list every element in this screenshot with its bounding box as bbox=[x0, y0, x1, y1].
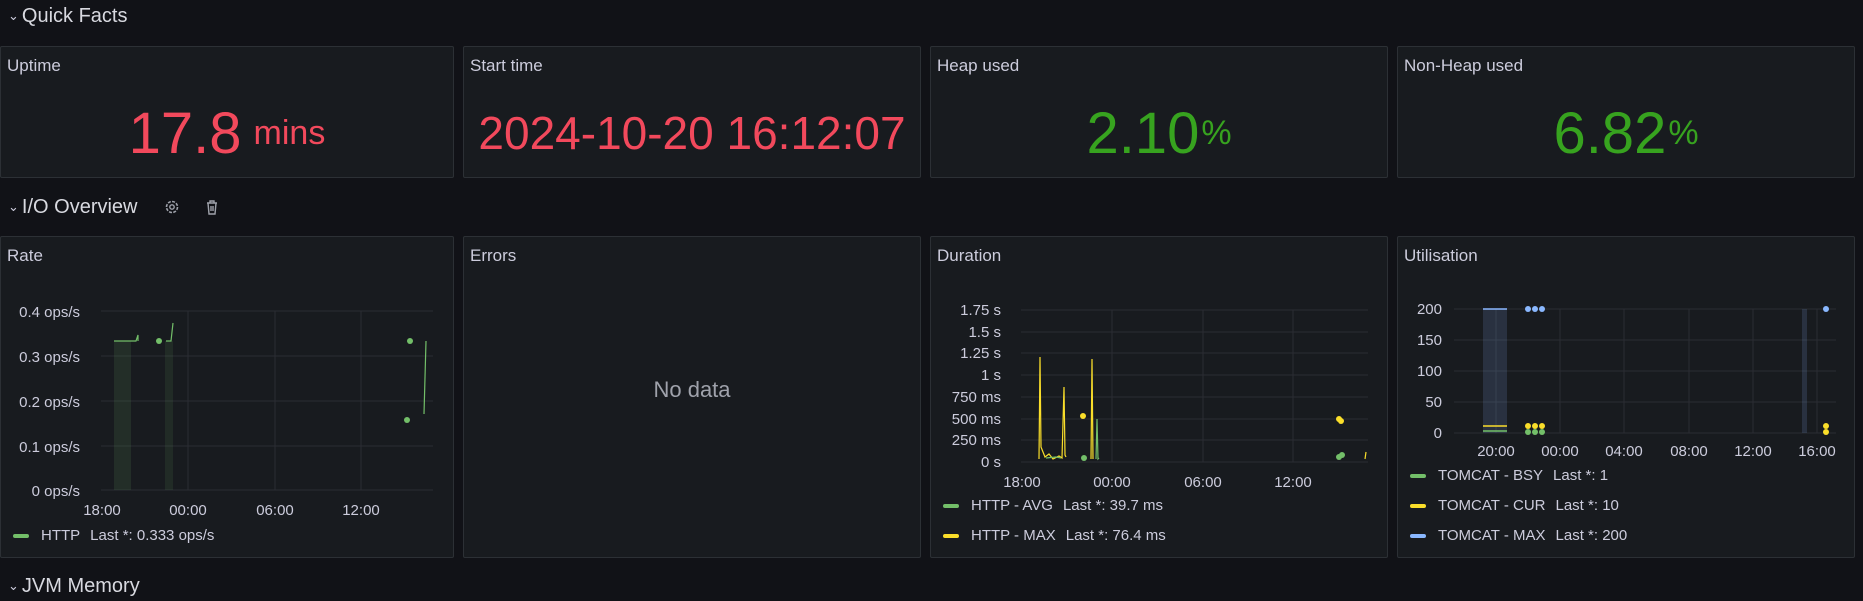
y-tick: 250 ms bbox=[952, 432, 1001, 449]
legend-name: HTTP - MAX bbox=[971, 527, 1056, 544]
legend-name: HTTP bbox=[41, 527, 81, 544]
legend-swatch bbox=[1410, 533, 1426, 538]
x-tick: 04:00 bbox=[1605, 443, 1643, 460]
row-title: I/O Overview bbox=[21, 195, 138, 218]
legend-item[interactable]: TOMCAT - BSY Last *: 1 bbox=[1410, 467, 1608, 484]
y-tick: 0 s bbox=[981, 454, 1001, 471]
y-tick: 100 bbox=[1417, 363, 1442, 380]
y-tick: 0 ops/s bbox=[32, 483, 80, 500]
panel-title: Start time bbox=[470, 56, 543, 75]
x-tick: 16:00 bbox=[1798, 443, 1836, 460]
x-tick: 12:00 bbox=[1274, 474, 1312, 491]
y-tick: 0.2 ops/s bbox=[19, 394, 80, 411]
x-tick: 00:00 bbox=[1093, 474, 1131, 491]
legend-swatch bbox=[943, 533, 959, 538]
y-tick: 200 bbox=[1417, 301, 1442, 318]
trash-icon[interactable] bbox=[203, 198, 221, 216]
stat-unit: mins bbox=[253, 113, 326, 152]
panel-duration[interactable]: Duration 1.75 s 1.5 s 1.25 s 1 s 750 ms … bbox=[930, 236, 1388, 558]
x-tick: 06:00 bbox=[1184, 474, 1222, 491]
legend-swatch bbox=[1410, 473, 1426, 478]
rate-graph[interactable]: 0.4 ops/s 0.3 ops/s 0.2 ops/s 0.1 ops/s … bbox=[1, 237, 453, 557]
x-tick: 06:00 bbox=[256, 502, 294, 519]
y-tick: 1.25 s bbox=[960, 345, 1001, 362]
legend-item[interactable]: HTTP - AVG Last *: 39.7 ms bbox=[943, 497, 1163, 514]
stat-value: 17.8 mins bbox=[1, 89, 453, 177]
panel-start-time[interactable]: Start time 2024-10-20 16:12:07 bbox=[463, 46, 921, 178]
row-title: Quick Facts bbox=[21, 4, 128, 27]
no-data-message: No data bbox=[653, 377, 731, 402]
chevron-down-icon: ⌄ bbox=[8, 578, 19, 593]
legend-last: Last *: 1 bbox=[1553, 467, 1609, 484]
panel-title: Non-Heap used bbox=[1404, 56, 1524, 75]
legend-last: Last *: 10 bbox=[1555, 497, 1619, 514]
legend-last: Last *: 39.7 ms bbox=[1062, 497, 1164, 514]
legend-name: TOMCAT - CUR bbox=[1438, 497, 1546, 514]
stat-value: 2024-10-20 16:12:07 bbox=[464, 89, 920, 177]
stat-value: 2.10 % bbox=[931, 89, 1387, 177]
stat-number: 2.10 bbox=[1086, 100, 1200, 166]
panel-errors[interactable]: Errors No data bbox=[463, 236, 921, 558]
legend-name: TOMCAT - BSY bbox=[1438, 467, 1544, 484]
legend-item[interactable]: HTTP - MAX Last *: 76.4 ms bbox=[943, 527, 1166, 544]
y-tick: 0.1 ops/s bbox=[19, 439, 80, 456]
legend-item[interactable]: TOMCAT - CUR Last *: 10 bbox=[1410, 497, 1619, 514]
x-tick: 20:00 bbox=[1477, 443, 1515, 460]
panel-title: Uptime bbox=[7, 56, 61, 75]
row-jvm-memory[interactable]: ⌄ JVM Memory bbox=[0, 571, 140, 601]
x-tick: 08:00 bbox=[1670, 443, 1708, 460]
stat-unit: % bbox=[1201, 113, 1232, 152]
x-tick: 18:00 bbox=[1003, 474, 1041, 491]
legend-name: TOMCAT - MAX bbox=[1438, 527, 1546, 544]
panel-rate[interactable]: Rate 0.4 ops/s 0.3 ops/s 0.2 ops/s 0.1 o… bbox=[0, 236, 454, 558]
legend-name: HTTP - AVG bbox=[971, 497, 1053, 514]
row-io-overview[interactable]: ⌄ I/O Overview bbox=[0, 192, 221, 222]
row-quick-facts[interactable]: ⌄ Quick Facts bbox=[0, 1, 127, 31]
x-tick: 00:00 bbox=[169, 502, 207, 519]
y-tick: 0.4 ops/s bbox=[19, 304, 80, 321]
stat-value: 6.82 % bbox=[1398, 89, 1854, 177]
y-tick: 150 bbox=[1417, 332, 1442, 349]
panel-title: Heap used bbox=[937, 56, 1020, 75]
legend-last: Last *: 200 bbox=[1555, 527, 1628, 544]
panel-uptime[interactable]: Uptime 17.8 mins bbox=[0, 46, 454, 178]
legend-last: Last *: 76.4 ms bbox=[1065, 527, 1166, 544]
y-tick: 50 bbox=[1425, 394, 1442, 411]
x-tick: 18:00 bbox=[83, 502, 121, 519]
legend-swatch bbox=[943, 503, 959, 508]
y-tick: 500 ms bbox=[952, 411, 1001, 428]
y-tick: 750 ms bbox=[952, 389, 1001, 406]
x-tick: 00:00 bbox=[1541, 443, 1579, 460]
y-tick: 1.5 s bbox=[968, 324, 1001, 341]
chevron-down-icon: ⌄ bbox=[8, 199, 19, 214]
x-tick: 12:00 bbox=[342, 502, 380, 519]
row-title: JVM Memory bbox=[21, 574, 140, 597]
panel-utilisation[interactable]: Utilisation 200 150 100 50 0 20:00 00:00 bbox=[1397, 236, 1855, 558]
legend-swatch bbox=[1410, 503, 1426, 508]
panel-non-heap-used[interactable]: Non-Heap used 6.82 % bbox=[1397, 46, 1855, 178]
y-tick: 1 s bbox=[981, 367, 1001, 384]
chevron-down-icon: ⌄ bbox=[8, 8, 19, 23]
panel-title: Errors bbox=[470, 246, 517, 265]
legend-item[interactable]: TOMCAT - MAX Last *: 200 bbox=[1410, 527, 1627, 544]
y-tick: 0 bbox=[1434, 425, 1442, 442]
legend-swatch bbox=[13, 533, 29, 538]
stat-unit: % bbox=[1668, 113, 1699, 152]
y-tick: 1.75 s bbox=[960, 302, 1001, 319]
stat-number: 2024-10-20 16:12:07 bbox=[478, 107, 906, 159]
legend-last: Last *: 0.333 ops/s bbox=[90, 527, 215, 544]
stat-number: 6.82 bbox=[1553, 100, 1667, 166]
y-tick: 0.3 ops/s bbox=[19, 349, 80, 366]
stat-number: 17.8 bbox=[128, 100, 242, 166]
legend-item[interactable]: HTTP Last *: 0.333 ops/s bbox=[13, 527, 214, 544]
panel-heap-used[interactable]: Heap used 2.10 % bbox=[930, 46, 1388, 178]
gear-icon[interactable] bbox=[163, 198, 181, 216]
x-tick: 12:00 bbox=[1734, 443, 1772, 460]
